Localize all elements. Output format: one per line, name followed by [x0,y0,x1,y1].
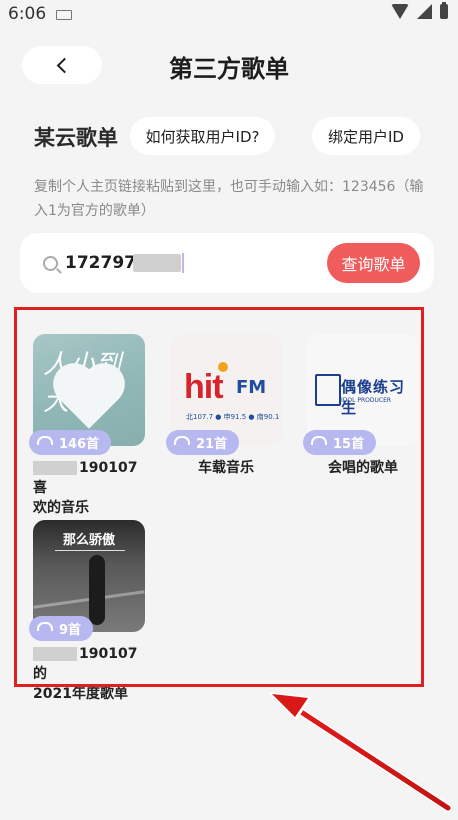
annotation-arrow [268,692,452,812]
